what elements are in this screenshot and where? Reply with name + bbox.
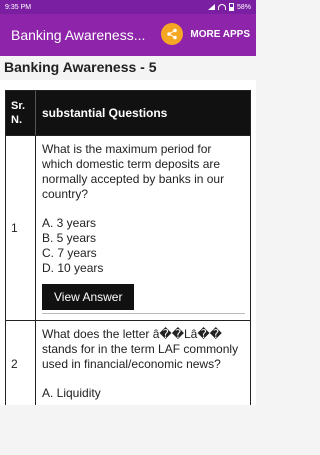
question-text: What is the maximum period for which dom… xyxy=(42,142,225,201)
ad-placeholder xyxy=(0,405,256,455)
share-icon xyxy=(167,28,177,40)
options-list: A. 3 years B. 5 years C. 7 years D. 10 y… xyxy=(42,216,245,276)
option-item: A. Liquidity xyxy=(42,386,101,400)
option-item: B. 5 years xyxy=(42,231,97,245)
app-bar: Banking Awareness... MORE APPS xyxy=(0,14,256,56)
status-time: 9:35 PM xyxy=(5,3,32,11)
signal-icon xyxy=(207,4,215,10)
option-item: C. 7 years xyxy=(42,246,97,260)
battery-percent: 58% xyxy=(236,3,251,11)
battery-icon xyxy=(228,3,234,11)
share-button[interactable] xyxy=(161,23,183,45)
questions-scroll-area[interactable]: Sr. N. substantial Questions 1 What is t… xyxy=(0,80,256,455)
view-answer-button[interactable]: View Answer xyxy=(42,284,135,310)
wifi-icon xyxy=(217,4,226,10)
questions-table: Sr. N. substantial Questions 1 What is t… xyxy=(5,90,251,408)
option-item: D. 10 years xyxy=(42,261,104,275)
divider xyxy=(42,313,245,314)
header-sr: Sr. N. xyxy=(6,91,36,135)
question-cell: What does the letter â��Lâ�� stands for … xyxy=(36,321,250,407)
table-row: 1 What is the maximum period for which d… xyxy=(6,135,250,320)
table-row: 2 What does the letter â��Lâ�� stands fo… xyxy=(6,320,250,407)
row-number: 2 xyxy=(6,321,36,407)
row-number: 1 xyxy=(6,136,36,320)
header-questions: substantial Questions xyxy=(42,106,168,120)
page-title: Banking Awareness - 5 xyxy=(4,59,157,75)
question-cell: What is the maximum period for which dom… xyxy=(36,136,250,320)
status-bar: 9:35 PM 58% xyxy=(0,0,256,14)
question-text: What does the letter â��Lâ�� stands for … xyxy=(42,327,239,371)
app-title: Banking Awareness... xyxy=(11,27,146,43)
options-list: A. Liquidity xyxy=(42,386,245,401)
status-icons: 58% xyxy=(207,3,251,11)
option-item: A. 3 years xyxy=(42,216,97,230)
table-header: Sr. N. substantial Questions xyxy=(6,91,250,135)
more-apps-button[interactable]: MORE APPS xyxy=(190,29,250,40)
